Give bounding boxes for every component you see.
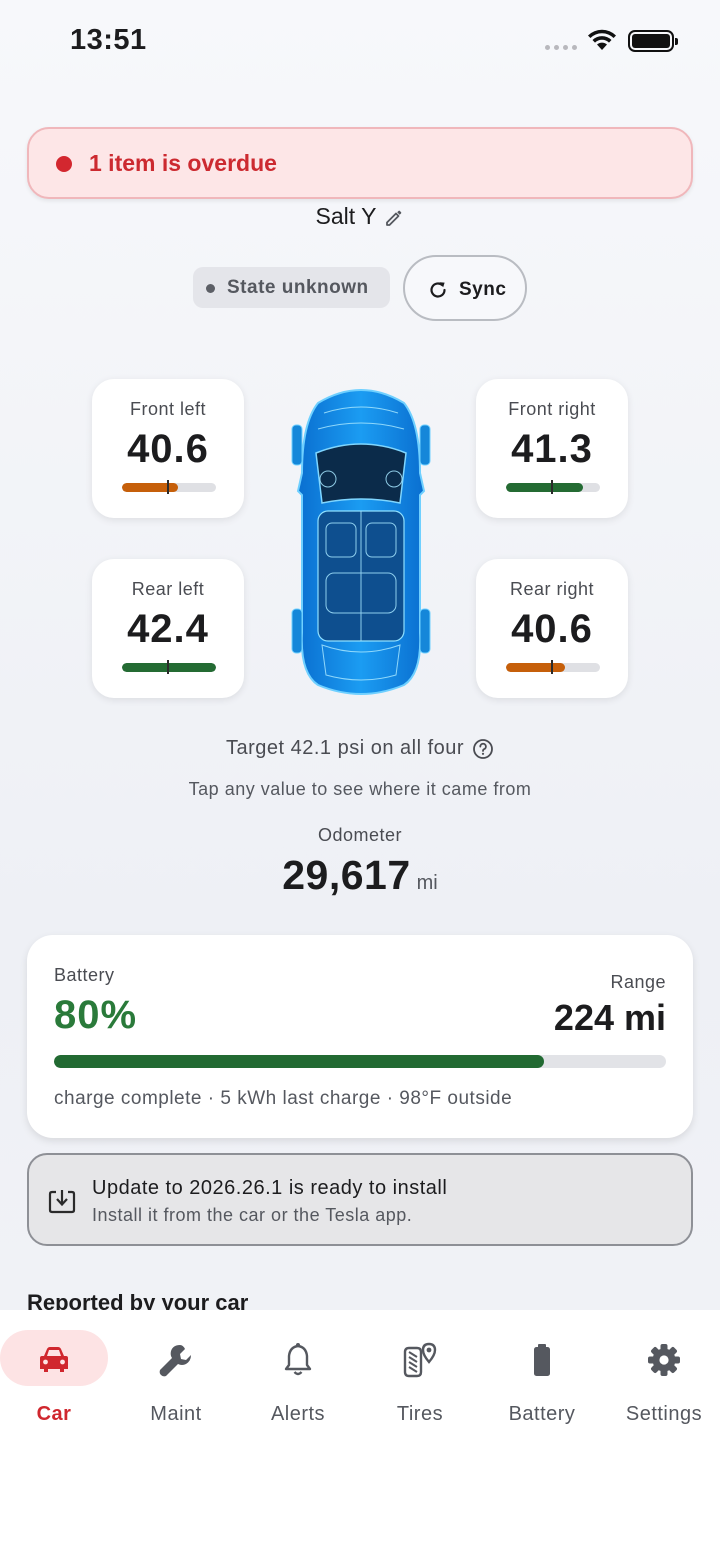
tire-pressure-bar [506, 483, 600, 492]
tab-label: Maint [150, 1403, 202, 1425]
vehicle-name-row[interactable]: Salt Y [0, 203, 720, 230]
status-bar: 13:51 [0, 0, 720, 84]
software-update-card[interactable]: Update to 2026.26.1 is ready to install … [27, 1153, 693, 1246]
target-tick [551, 480, 553, 494]
help-icon[interactable] [472, 738, 494, 760]
gear-icon [648, 1344, 680, 1376]
battery-icon [534, 1344, 550, 1376]
tab-label: Tires [396, 1403, 444, 1425]
alert-dot-icon [56, 156, 72, 172]
range-value: 224 mi [553, 997, 666, 1038]
update-title: Update to 2026.26.1 is ready to install [92, 1177, 448, 1199]
tab-maint[interactable]: Maint [115, 1330, 237, 1430]
status-time: 13:51 [70, 24, 147, 56]
tire-front-right-card[interactable]: Front right 41.3 [476, 379, 628, 518]
update-subtitle: Install it from the car or the Tesla app… [92, 1205, 413, 1225]
battery-percent: 80% [54, 993, 138, 1037]
tab-label: Alerts [270, 1403, 326, 1425]
range-label: Range [610, 972, 666, 992]
target-tick [551, 660, 553, 674]
state-badge: State unknown [193, 267, 390, 308]
tab-label: Battery [508, 1403, 576, 1425]
tire-pressure-bar [506, 663, 600, 672]
tire-pressure-value[interactable]: 42.4 [92, 607, 244, 652]
bottom-tab-bar: Car Maint Alerts Tires Battery Settings [0, 1310, 720, 1558]
tire-location-icon [403, 1342, 437, 1378]
state-dot-icon [206, 284, 215, 293]
tire-label: Front right [508, 399, 596, 419]
tire-rear-right-card[interactable]: Rear right 40.6 [476, 559, 628, 698]
bell-icon [284, 1343, 312, 1376]
tire-pressure-bar [122, 483, 216, 492]
edit-pencil-icon[interactable] [384, 208, 404, 228]
battery-label: Battery [54, 965, 115, 985]
battery-card[interactable]: Battery 80% Range 224 mi charge complete… [27, 935, 693, 1138]
charge-details: charge complete · 5 kWh last charge · 98… [54, 1088, 513, 1109]
tire-label: Front left [129, 399, 207, 419]
overdue-banner[interactable]: 1 item is overdue [27, 127, 693, 199]
car-topdown-image [291, 389, 431, 695]
download-tray-icon [48, 1190, 76, 1214]
wifi-icon [588, 29, 616, 50]
sync-button[interactable]: Sync [403, 255, 527, 321]
tab-label: Settings [625, 1403, 703, 1425]
target-tick [167, 660, 169, 674]
tire-pressure-value[interactable]: 40.6 [476, 607, 628, 652]
tire-label: Rear right [509, 579, 595, 599]
tire-pressure-value[interactable]: 40.6 [92, 427, 244, 472]
refresh-icon [430, 282, 446, 298]
tab-settings[interactable]: Settings [603, 1330, 720, 1430]
tire-rear-left-card[interactable]: Rear left 42.4 [92, 559, 244, 698]
tab-alerts[interactable]: Alerts [237, 1330, 359, 1430]
target-pressure-row[interactable]: Target 42.1 psi on all four [0, 737, 720, 760]
tire-pressure-bar [122, 663, 216, 672]
tab-label: Car [36, 1403, 72, 1425]
signal-dots-icon [545, 45, 577, 50]
tab-battery[interactable]: Battery [481, 1330, 603, 1430]
state-label: State unknown [227, 277, 369, 298]
odometer-label: Odometer [317, 825, 403, 845]
tab-tires[interactable]: Tires [359, 1330, 481, 1430]
target-pressure-text: Target 42.1 psi on all four [225, 737, 465, 759]
tap-hint: Tap any value to see where it came from [188, 779, 532, 799]
odometer-reading[interactable]: 29,617 mi [0, 852, 720, 899]
tire-pressure-value[interactable]: 41.3 [476, 427, 628, 472]
sync-label: Sync [459, 279, 507, 300]
wrench-icon [159, 1345, 191, 1377]
odometer-unit: mi [416, 872, 438, 894]
tab-car[interactable]: Car [0, 1330, 115, 1430]
target-tick [167, 480, 169, 494]
vehicle-name: Salt Y [315, 203, 377, 229]
battery-level-bar [54, 1055, 666, 1068]
car-icon [40, 1347, 68, 1372]
tire-front-left-card[interactable]: Front left 40.6 [92, 379, 244, 518]
overdue-text: 1 item is overdue [89, 150, 277, 176]
tire-label: Rear left [131, 579, 205, 599]
battery-status-icon [628, 30, 678, 52]
odometer-value: 29,617 [282, 852, 411, 898]
